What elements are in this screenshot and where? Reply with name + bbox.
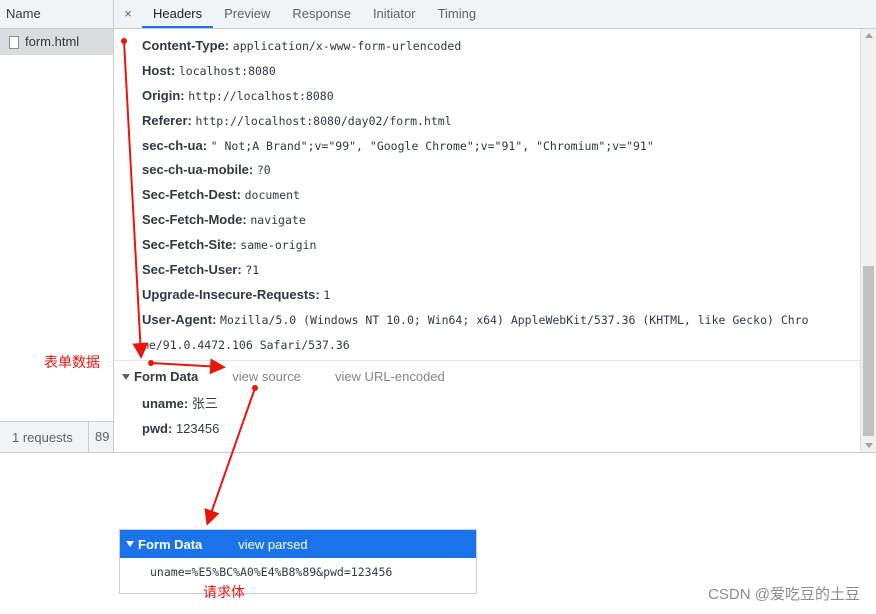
header-value: http://localhost:8080: [188, 88, 334, 103]
form-data-title: Form Data: [134, 369, 199, 384]
form-data-annotation: 表单数据: [44, 354, 100, 370]
request-count: 1 requests: [12, 429, 73, 445]
name-column-header[interactable]: Name: [0, 0, 113, 29]
header-key: Sec-Fetch-Mode:: [142, 212, 247, 228]
request-body-source: uname=%E5%BC%A0%E4%B8%89&pwd=123456: [150, 565, 393, 579]
view-source-link[interactable]: view source: [232, 367, 301, 387]
header-row: Sec-Fetch-Site: same-origin: [142, 233, 860, 258]
header-value: same-origin: [240, 238, 317, 253]
header-key: sec-ch-ua-mobile:: [142, 162, 254, 178]
expand-triangle-icon[interactable]: [122, 374, 130, 380]
close-icon[interactable]: ×: [114, 0, 142, 28]
request-headers-list: Content-Type: application/x-www-form-url…: [142, 29, 860, 359]
header-key: User-Agent:: [142, 311, 217, 327]
tab-headers[interactable]: Headers: [142, 1, 214, 28]
header-key: Upgrade-Insecure-Requests:: [142, 286, 320, 302]
header-key: Sec-Fetch-User:: [142, 262, 242, 278]
csdn-watermark: CSDN @爱吃豆的土豆: [708, 586, 860, 603]
form-data-source-header[interactable]: Form Data view parsed: [120, 530, 476, 558]
header-row: Sec-Fetch-Mode: navigate: [142, 208, 860, 233]
view-url-encoded-link[interactable]: view URL-encoded: [335, 367, 445, 387]
header-key: Referer:: [142, 112, 192, 128]
header-value: http://localhost:8080/day02/form.html: [195, 113, 452, 128]
header-key: Host:: [142, 62, 176, 78]
header-row: Sec-Fetch-Dest: document: [142, 183, 860, 208]
devtools-network-panel: Name form.html 1 requests 89 × Headers P…: [0, 0, 876, 453]
header-value: navigate: [250, 213, 306, 228]
request-name: form.html: [25, 34, 80, 49]
header-key: Content-Type:: [142, 38, 230, 53]
tab-response[interactable]: Response: [281, 1, 362, 28]
header-key: sec-ch-ua:: [142, 137, 208, 153]
header-key: Origin:: [142, 87, 185, 103]
tab-timing[interactable]: Timing: [427, 1, 488, 28]
request-list-panel: Name form.html 1 requests 89: [0, 0, 114, 452]
scroll-down-arrow-icon[interactable]: [865, 443, 873, 448]
request-row[interactable]: form.html: [0, 29, 113, 55]
request-body-annotation: 请求体: [203, 584, 245, 600]
form-field-key: pwd:: [142, 421, 173, 436]
form-data-section-header[interactable]: Form Data view source view URL-encoded: [122, 367, 445, 387]
header-value: 1: [323, 287, 331, 302]
form-field-value: 123456: [175, 421, 220, 436]
header-row: Upgrade-Insecure-Requests: 1: [142, 283, 860, 308]
header-row-continuation: me/91.0.4472.106 Safari/537.36: [142, 333, 860, 358]
header-row: Host: localhost:8080: [142, 59, 860, 84]
header-value: Mozilla/5.0 (Windows NT 10.0; Win64; x64…: [220, 312, 809, 327]
detail-tabbar: × Headers Preview Response Initiator Tim…: [114, 0, 876, 29]
header-row: Content-Type: application/x-www-form-url…: [142, 34, 860, 59]
header-row: Origin: http://localhost:8080: [142, 84, 860, 109]
header-value: document: [244, 188, 300, 203]
document-file-icon: [9, 35, 19, 49]
form-data-row: pwd: 123456: [142, 417, 219, 441]
form-field-key: uname:: [142, 396, 189, 411]
request-detail-panel: × Headers Preview Response Initiator Tim…: [114, 0, 876, 452]
header-value: " Not;A Brand";v="99", "Google Chrome";v…: [210, 138, 654, 153]
header-row: sec-ch-ua-mobile: ?0: [142, 158, 860, 183]
tab-preview[interactable]: Preview: [213, 1, 281, 28]
header-row: Referer: http://localhost:8080/day02/for…: [142, 109, 860, 134]
header-value: me/91.0.4472.106 Safari/537.36: [142, 337, 350, 352]
header-value: application/x-www-form-urlencoded: [232, 39, 462, 53]
scroll-up-arrow-icon[interactable]: [865, 33, 873, 38]
request-list-footer: 1 requests 89: [0, 421, 113, 452]
tab-initiator[interactable]: Initiator: [362, 1, 427, 28]
view-parsed-link[interactable]: view parsed: [238, 537, 307, 552]
section-divider: [114, 360, 860, 361]
header-value: ?1: [245, 263, 260, 278]
form-data-row: uname: 张三: [142, 392, 218, 416]
vertical-scrollbar[interactable]: [860, 29, 876, 452]
form-field-value: 张三: [191, 396, 218, 411]
form-data-source-panel: Form Data view parsed uname=%E5%BC%A0%E4…: [119, 529, 477, 594]
transfer-size: 89: [88, 422, 113, 452]
scrollbar-thumb[interactable]: [863, 266, 874, 436]
header-key: Sec-Fetch-Site:: [142, 237, 237, 253]
header-row: sec-ch-ua: " Not;A Brand";v="99", "Googl…: [142, 134, 860, 159]
header-row: User-Agent: Mozilla/5.0 (Windows NT 10.0…: [142, 308, 860, 333]
form-data-title: Form Data: [138, 536, 203, 552]
header-value: localhost:8080: [178, 63, 276, 78]
header-key: Sec-Fetch-Dest:: [142, 187, 241, 203]
expand-triangle-icon[interactable]: [126, 541, 134, 547]
header-value: ?0: [256, 163, 271, 178]
header-row: Sec-Fetch-User: ?1: [142, 258, 860, 283]
